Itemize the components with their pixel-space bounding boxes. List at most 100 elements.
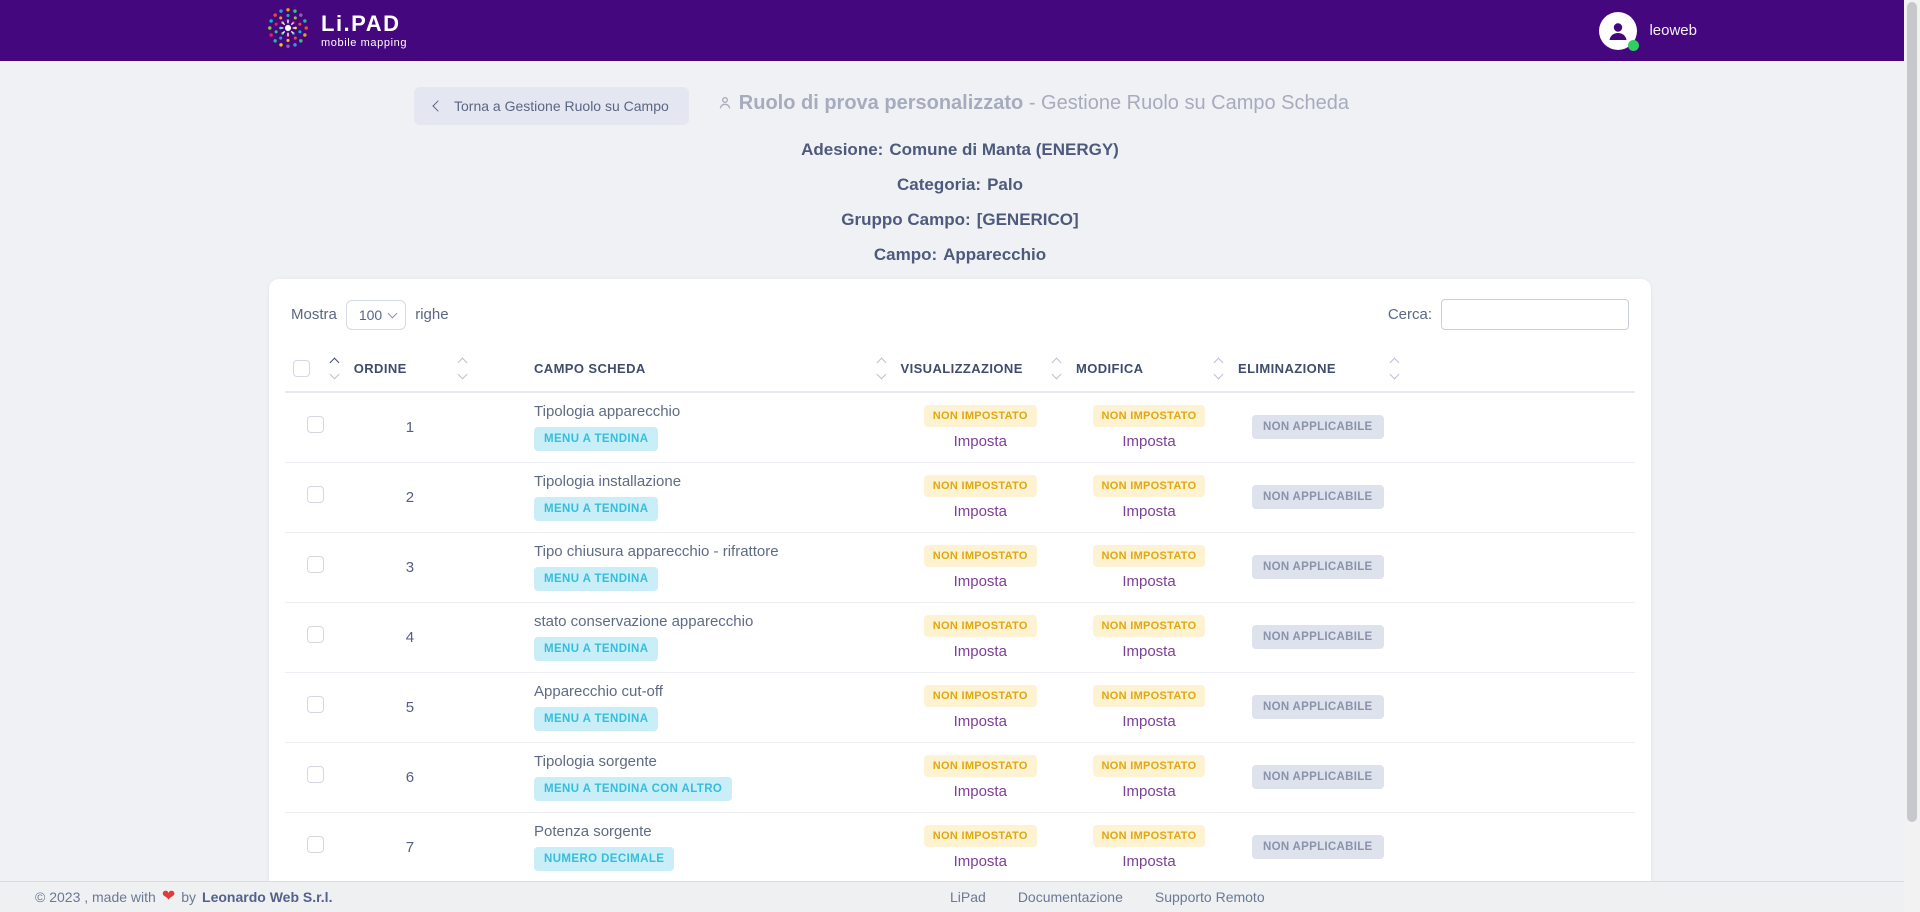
search-label: Cerca: — [1388, 306, 1432, 323]
status-badge: NON IMPOSTATO — [924, 685, 1037, 707]
table-row: 3 Tipo chiusura apparecchio - rifrattore… — [285, 532, 1635, 602]
row-checkbox[interactable] — [307, 836, 324, 853]
imposta-link[interactable]: Imposta — [954, 783, 1007, 800]
row-checkbox[interactable] — [307, 556, 324, 573]
sort-desc-icon[interactable] — [329, 370, 339, 380]
scrollbar-thumb[interactable] — [1907, 2, 1917, 822]
back-button[interactable]: Torna a Gestione Ruolo su Campo — [414, 87, 689, 125]
sort-desc-icon[interactable] — [458, 370, 468, 380]
sort-asc-icon[interactable] — [876, 358, 886, 368]
imposta-link[interactable]: Imposta — [954, 643, 1007, 660]
status-badge: NON IMPOSTATO — [1093, 615, 1206, 637]
modifica-cell: NON IMPOSTATO Imposta — [1068, 742, 1230, 812]
eliminazione-cell: NON APPLICABILE — [1230, 672, 1406, 742]
filler-header — [1406, 346, 1636, 392]
row-checkbox[interactable] — [307, 766, 324, 783]
search-input[interactable] — [1441, 299, 1629, 330]
sort-asc-icon[interactable] — [1389, 358, 1399, 368]
column-header-modifica[interactable]: MODIFICA — [1068, 346, 1230, 392]
status-badge: NON IMPOSTATO — [924, 755, 1037, 777]
footer-link-lipad[interactable]: LiPad — [950, 889, 986, 905]
campo-name: Tipologia installazione — [534, 473, 885, 490]
campo-cell: Tipologia sorgente MENU A TENDINA CON AL… — [474, 742, 893, 812]
sort-desc-icon[interactable] — [1052, 370, 1062, 380]
campo-cell: Apparecchio cut-off MENU A TENDINA — [474, 672, 893, 742]
sort-asc-icon[interactable] — [1214, 358, 1224, 368]
campo-cell: Tipo chiusura apparecchio - rifrattore M… — [474, 532, 893, 602]
imposta-link[interactable]: Imposta — [1122, 503, 1175, 520]
sort-asc-icon[interactable] — [458, 358, 468, 368]
sort-control[interactable] — [331, 359, 338, 378]
sort-desc-icon[interactable] — [876, 370, 886, 380]
app-logo[interactable]: Li.PAD mobile mapping — [265, 5, 407, 56]
page-size-select[interactable]: 100 — [346, 300, 406, 330]
table-row: 1 Tipologia apparecchio MENU A TENDINA N… — [285, 392, 1635, 462]
company-name: Leonardo Web S.r.l. — [202, 889, 332, 905]
column-header-ordine[interactable]: ORDINE — [346, 346, 474, 392]
campo-name: Tipologia apparecchio — [534, 403, 885, 420]
eliminazione-cell: NON APPLICABILE — [1230, 742, 1406, 812]
imposta-link[interactable]: Imposta — [954, 433, 1007, 450]
user-menu[interactable]: leoweb — [1599, 12, 1697, 50]
campo-name: stato conservazione apparecchio — [534, 613, 885, 630]
imposta-link[interactable]: Imposta — [1122, 643, 1175, 660]
row-checkbox[interactable] — [307, 626, 324, 643]
table-row: 7 Potenza sorgente NUMERO DECIMALE NON I… — [285, 812, 1635, 882]
eliminazione-cell: NON APPLICABILE — [1230, 462, 1406, 532]
eliminazione-cell: NON APPLICABILE — [1230, 532, 1406, 602]
row-checkbox[interactable] — [307, 416, 324, 433]
app-header: Li.PAD mobile mapping leoweb — [0, 0, 1904, 61]
imposta-link[interactable]: Imposta — [954, 573, 1007, 590]
sort-control[interactable] — [1391, 359, 1398, 378]
field-type-badge: NUMERO DECIMALE — [534, 847, 674, 871]
footer-link-supporto-remoto[interactable]: Supporto Remoto — [1155, 889, 1265, 905]
logo-mandala-icon — [265, 5, 311, 56]
row-checkbox[interactable] — [307, 696, 324, 713]
ordine-cell: 4 — [346, 602, 474, 672]
sort-desc-icon[interactable] — [1389, 370, 1399, 380]
sort-control[interactable] — [878, 359, 885, 378]
table-row: 5 Apparecchio cut-off MENU A TENDINA NON… — [285, 672, 1635, 742]
imposta-link[interactable]: Imposta — [1122, 573, 1175, 590]
copyright: © 2023 , made with ❤ by Leonardo Web S.r… — [35, 889, 332, 905]
campo-cell: Potenza sorgente NUMERO DECIMALE — [474, 812, 893, 882]
imposta-link[interactable]: Imposta — [1122, 433, 1175, 450]
column-header-eliminazione[interactable]: ELIMINAZIONE — [1230, 346, 1406, 392]
table-row: 4 stato conservazione apparecchio MENU A… — [285, 602, 1635, 672]
visualizzazione-cell: NON IMPOSTATO Imposta — [893, 672, 1069, 742]
chevron-down-icon — [388, 308, 398, 318]
ordine-cell: 5 — [346, 672, 474, 742]
sort-asc-icon[interactable] — [329, 358, 339, 368]
sort-control[interactable] — [459, 359, 466, 378]
campo-name: Potenza sorgente — [534, 823, 885, 840]
select-all-checkbox[interactable] — [293, 360, 310, 377]
footer-links: LiPad Documentazione Supporto Remoto — [950, 889, 1265, 905]
ordine-cell: 2 — [346, 462, 474, 532]
visualizzazione-cell: NON IMPOSTATO Imposta — [893, 392, 1069, 462]
not-applicable-badge: NON APPLICABILE — [1252, 695, 1384, 719]
imposta-link[interactable]: Imposta — [1122, 783, 1175, 800]
app-footer: © 2023 , made with ❤ by Leonardo Web S.r… — [0, 881, 1904, 912]
imposta-link[interactable]: Imposta — [1122, 853, 1175, 870]
not-applicable-badge: NON APPLICABILE — [1252, 625, 1384, 649]
status-badge: NON IMPOSTATO — [1093, 475, 1206, 497]
status-badge: NON IMPOSTATO — [924, 545, 1037, 567]
chevron-left-icon — [432, 100, 443, 111]
campo-cell: Tipologia installazione MENU A TENDINA — [474, 462, 893, 532]
footer-link-documentazione[interactable]: Documentazione — [1018, 889, 1123, 905]
sort-control[interactable] — [1215, 359, 1222, 378]
column-header-campo-scheda[interactable]: CAMPO SCHEDA — [474, 346, 893, 392]
select-all-header — [285, 346, 346, 392]
column-header-visualizzazione[interactable]: VISUALIZZAZIONE — [893, 346, 1069, 392]
sort-asc-icon[interactable] — [1052, 358, 1062, 368]
imposta-link[interactable]: Imposta — [1122, 713, 1175, 730]
imposta-link[interactable]: Imposta — [954, 853, 1007, 870]
vertical-scrollbar[interactable] — [1904, 0, 1920, 912]
modifica-cell: NON IMPOSTATO Imposta — [1068, 532, 1230, 602]
imposta-link[interactable]: Imposta — [954, 503, 1007, 520]
imposta-link[interactable]: Imposta — [954, 713, 1007, 730]
sort-control[interactable] — [1053, 359, 1060, 378]
search-control: Cerca: — [1388, 299, 1629, 330]
sort-desc-icon[interactable] — [1214, 370, 1224, 380]
row-checkbox[interactable] — [307, 486, 324, 503]
